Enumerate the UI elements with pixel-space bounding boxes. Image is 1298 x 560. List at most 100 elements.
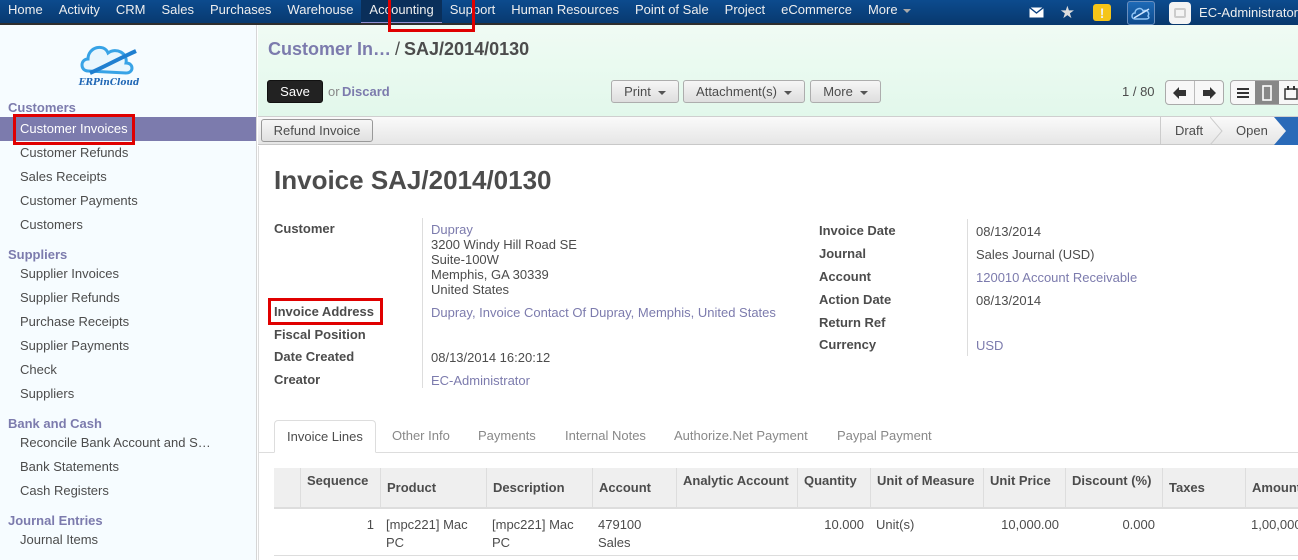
tab-invoice-lines[interactable]: Invoice Lines (274, 420, 376, 453)
currency-link[interactable]: USD (976, 338, 1003, 353)
tab-payments[interactable]: Payments (478, 420, 536, 453)
sidebar-item-purchase-receipts[interactable]: Purchase Receipts (0, 310, 256, 334)
column-header-quantity[interactable]: Quantity (797, 468, 870, 509)
discard-link[interactable]: Discard (342, 84, 390, 99)
sidebar-item-bank-statements[interactable]: Bank Statements (0, 455, 256, 479)
attachments-label: Attachment(s) (696, 84, 777, 99)
tab-authorize-net-payment[interactable]: Authorize.Net Payment (674, 420, 808, 453)
list-view-button[interactable] (1231, 81, 1255, 104)
menu-crm[interactable]: CRM (108, 0, 154, 25)
column-header-uom[interactable]: Unit of Measure (870, 468, 983, 509)
sidebar-item-check[interactable]: Check (0, 358, 256, 382)
cell-product: [mpc221] Mac PC (386, 517, 468, 550)
tab-paypal-payment[interactable]: Paypal Payment (837, 420, 932, 453)
column-handle (274, 468, 300, 509)
statusbar: Refund Invoice Draft Open (258, 117, 1298, 145)
action-date-value: 08/13/2014 (976, 293, 1042, 308)
creator-link[interactable]: EC-Administrator (431, 373, 530, 388)
stage-arrow-separator (1210, 117, 1223, 145)
column-header-description[interactable]: Description (486, 468, 592, 509)
journal-value: Sales Journal (USD) (976, 247, 1095, 262)
column-header-sequence[interactable]: Sequence (300, 468, 380, 509)
menu-purchases[interactable]: Purchases (202, 0, 279, 25)
print-dropdown-button[interactable]: Print (611, 80, 679, 103)
cell-amount: 1,00,000 (1251, 517, 1298, 532)
star-icon[interactable]: ★ (1060, 3, 1075, 23)
fiscal-position-label: Fiscal Position (274, 327, 366, 342)
calendar-view-button[interactable] (1279, 81, 1298, 104)
breadcrumb-parent-link[interactable]: Customer In… (268, 39, 391, 59)
sidebar-item-customer-payments[interactable]: Customer Payments (0, 189, 256, 213)
next-record-button[interactable] (1194, 81, 1223, 104)
date-created-label: Date Created (274, 349, 355, 364)
currency-label: Currency (819, 337, 877, 352)
column-header-discount[interactable]: Discount (%) (1065, 468, 1162, 509)
column-header-unit-price[interactable]: Unit Price (983, 468, 1065, 509)
sidebar-item-supplier-refunds[interactable]: Supplier Refunds (0, 286, 256, 310)
menu-more[interactable]: More (860, 0, 919, 25)
refund-invoice-button[interactable]: Refund Invoice (261, 119, 373, 142)
tab-internal-notes[interactable]: Internal Notes (565, 420, 646, 453)
top-navbar: Home Activity CRM Sales Purchases Wareho… (0, 0, 1298, 25)
menu-support[interactable]: Support (442, 0, 504, 25)
sidebar-item-customer-invoices[interactable]: Customer Invoices (0, 117, 256, 141)
menu-home[interactable]: Home (0, 0, 51, 25)
customer-address-line-2: Suite-100W (431, 252, 499, 267)
attachments-dropdown-button[interactable]: Attachment(s) (683, 80, 805, 103)
table-header: Sequence Product Description Account Ana… (274, 468, 1298, 509)
column-header-analytic-account[interactable]: Analytic Account (676, 468, 797, 509)
column-header-account[interactable]: Account (592, 468, 676, 509)
tab-other-info[interactable]: Other Info (392, 420, 450, 453)
sidebar-item-sales-receipts[interactable]: Sales Receipts (0, 165, 256, 189)
menu-activity[interactable]: Activity (51, 0, 108, 25)
stage-open[interactable]: Open (1236, 117, 1268, 144)
menu-ecommerce[interactable]: eCommerce (773, 0, 860, 25)
sidebar-item-reconcile-bank[interactable]: Reconcile Bank Account and S… (0, 431, 256, 455)
menu-project[interactable]: Project (717, 0, 773, 25)
customer-label: Customer (274, 221, 335, 236)
sidebar-item-cash-registers[interactable]: Cash Registers (0, 479, 256, 503)
previous-record-button[interactable] (1166, 81, 1194, 104)
form-icon (1262, 84, 1272, 101)
table-row[interactable]: 1 [mpc221] Mac PC [mpc221] Mac PC 479100… (274, 511, 1298, 556)
menu-point-of-sale[interactable]: Point of Sale (627, 0, 717, 25)
column-header-product[interactable]: Product (380, 468, 486, 509)
column-header-amount[interactable]: Amount (1245, 468, 1298, 509)
sidebar-item-customers[interactable]: Customers (0, 213, 256, 237)
sidebar-section-customers: Customers (8, 100, 76, 115)
more-dropdown-button[interactable]: More (810, 80, 881, 103)
chevron-down-icon (657, 90, 666, 95)
erpincloud-logo[interactable]: ERPinCloud (78, 37, 140, 88)
menu-warehouse[interactable]: Warehouse (279, 0, 361, 25)
sidebar-item-supplier-payments[interactable]: Supplier Payments (0, 334, 256, 358)
stage-draft[interactable]: Draft (1175, 117, 1203, 144)
column-header-taxes[interactable]: Taxes (1162, 468, 1245, 509)
account-link[interactable]: 120010 Account Receivable (976, 270, 1137, 285)
user-menu[interactable]: EC-Administrator (1199, 5, 1298, 20)
menu-sales[interactable]: Sales (153, 0, 202, 25)
cell-unit-price: 10,000.00 (1001, 517, 1059, 532)
view-switcher (1230, 80, 1298, 105)
mail-icon[interactable] (1028, 5, 1044, 21)
menu-accounting[interactable]: Accounting (361, 0, 443, 25)
warning-icon[interactable]: ! (1093, 4, 1112, 21)
menu-human-resources[interactable]: Human Resources (503, 0, 627, 25)
customer-link[interactable]: Dupray (431, 222, 473, 237)
invoice-date-value: 08/13/2014 (976, 224, 1042, 239)
journal-label: Journal (819, 246, 866, 261)
breadcrumb-current: SAJ/2014/0130 (404, 39, 530, 59)
form-view-button[interactable] (1255, 81, 1279, 104)
sidebar-item-suppliers[interactable]: Suppliers (0, 382, 256, 406)
user-avatar[interactable] (1169, 1, 1192, 24)
cloud-app-button[interactable] (1127, 0, 1156, 25)
breadcrumb-separator: / (395, 39, 401, 59)
invoice-address-link[interactable]: Dupray, Invoice Contact Of Dupray, Memph… (431, 305, 776, 320)
save-button[interactable]: Save (267, 80, 323, 103)
sidebar-item-journal-items[interactable]: Journal Items (0, 528, 256, 552)
sidebar-item-supplier-invoices[interactable]: Supplier Invoices (0, 262, 256, 286)
cell-account: 479100 Sales (598, 517, 642, 550)
menu-more-label: More (867, 2, 898, 17)
sidebar-item-customer-refunds[interactable]: Customer Refunds (0, 141, 256, 165)
creator-label: Creator (274, 372, 321, 387)
sidebar-section-suppliers: Suppliers (8, 247, 68, 262)
